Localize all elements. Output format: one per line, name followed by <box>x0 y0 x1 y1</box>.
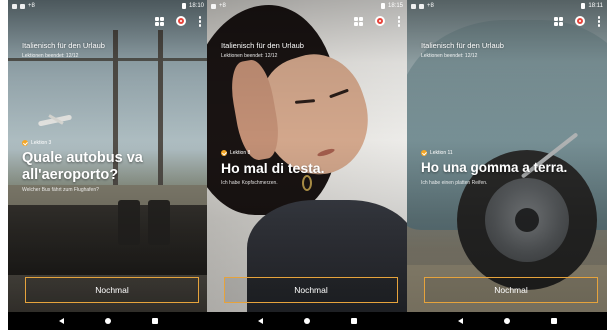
again-button[interactable]: Nochmal <box>224 277 398 303</box>
grid-icon[interactable] <box>554 16 563 26</box>
more-vert-icon[interactable] <box>597 16 601 27</box>
lesson-number: Lektion 11 <box>430 150 453 156</box>
course-title: Italienisch für den Urlaub <box>421 41 504 50</box>
battery-icon <box>581 3 586 9</box>
grid-icon[interactable] <box>155 16 164 26</box>
more-vert-icon[interactable] <box>198 16 202 27</box>
notification-icon <box>12 3 17 9</box>
lessons-progress: Lektionen beendet: 12/12 <box>421 53 478 59</box>
navigation-bar <box>207 312 407 330</box>
again-button[interactable]: Nochmal <box>424 277 598 303</box>
phrase-translation: Ich habe Kopfschmerzen. <box>221 180 278 186</box>
target-icon[interactable] <box>176 16 186 27</box>
again-button[interactable]: Nochmal <box>25 277 199 303</box>
lesson-number: Lektion 3 <box>31 140 52 146</box>
check-circle-icon <box>221 150 227 156</box>
back-icon[interactable] <box>457 318 463 324</box>
more-vert-icon[interactable] <box>397 16 401 27</box>
course-title: Italienisch für den Urlaub <box>221 41 304 50</box>
battery-icon <box>181 3 186 9</box>
lessons-progress: Lektionen beendet: 12/12 <box>22 53 79 59</box>
home-icon[interactable] <box>503 318 510 324</box>
target-icon[interactable] <box>575 16 585 27</box>
check-circle-icon <box>22 140 28 146</box>
back-icon[interactable] <box>257 318 263 324</box>
check-circle-icon <box>421 150 427 156</box>
carrier-label: +8 <box>427 3 434 9</box>
phrase-translation: Ich habe einen platten Reifen. <box>421 180 488 186</box>
course-title: Italienisch für den Urlaub <box>22 41 105 50</box>
recent-apps-icon[interactable] <box>550 318 557 324</box>
phrase-title: Ho mal di testa. <box>221 160 325 176</box>
lesson-badge: Lektion 3 <box>22 140 51 146</box>
carrier-label: +8 <box>28 3 35 9</box>
home-icon[interactable] <box>303 318 310 324</box>
notification-icon <box>419 3 424 9</box>
status-bar: +8 18:11 <box>407 0 607 12</box>
status-time: 18:10 <box>188 3 204 9</box>
phone-screen-1: +8 18:10 Italienisch für den Urlaub Lekt… <box>8 0 208 330</box>
screenshot-collage: +8 18:10 Italienisch für den Urlaub Lekt… <box>0 0 610 330</box>
lesson-badge: Lektion 8 <box>221 150 250 156</box>
battery-icon <box>380 3 385 9</box>
navigation-bar <box>407 312 607 330</box>
carrier-label: +8 <box>219 3 226 9</box>
phrase-title: Ho una gomma a terra. <box>421 160 568 175</box>
lesson-badge: Lektion 11 <box>421 150 453 156</box>
notification-icon <box>411 3 416 9</box>
recent-apps-icon[interactable] <box>350 318 357 324</box>
status-time: 18:15 <box>387 3 403 9</box>
phrase-translation: Welcher Bus fährt zum Flughafen? <box>22 187 99 193</box>
phone-screen-2: +8 18:15 Italienisch für den Urlaub Lekt… <box>207 0 407 330</box>
back-icon[interactable] <box>58 318 64 324</box>
phrase-title: Quale autobus va all'aeroporto? <box>22 150 143 183</box>
navigation-bar <box>8 312 208 330</box>
grid-icon[interactable] <box>354 16 363 26</box>
app-bar-actions <box>155 16 202 27</box>
phone-screen-3: +8 18:11 Italienisch für den Urlaub Lekt… <box>407 0 607 330</box>
lesson-number: Lektion 8 <box>230 150 251 156</box>
target-icon[interactable] <box>375 16 385 27</box>
status-time: 18:11 <box>588 3 603 9</box>
lessons-progress: Lektionen beendet: 12/12 <box>221 53 278 59</box>
status-bar: +8 18:15 <box>207 0 407 12</box>
recent-apps-icon[interactable] <box>151 318 158 324</box>
notification-icon <box>211 3 216 9</box>
app-bar-actions <box>554 16 601 27</box>
notification-icon <box>20 3 25 9</box>
app-bar-actions <box>354 16 401 27</box>
status-bar: +8 18:10 <box>8 0 208 12</box>
home-icon[interactable] <box>104 318 111 324</box>
